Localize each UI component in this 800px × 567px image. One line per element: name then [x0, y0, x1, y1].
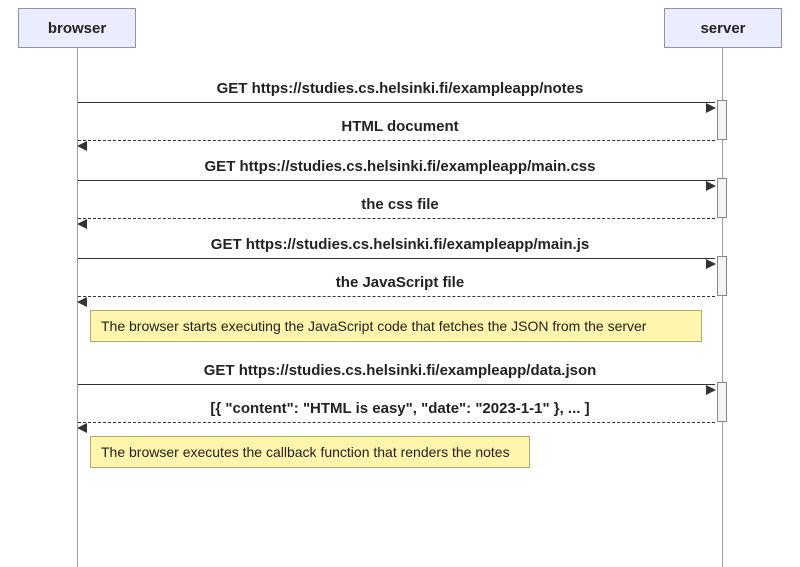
arrow-get-css	[78, 180, 715, 181]
actor-browser-label: browser	[48, 20, 106, 37]
activation-server-2	[717, 178, 727, 218]
activation-server-4	[717, 382, 727, 422]
note-callback: The browser executes the callback functi…	[90, 436, 530, 468]
arrow-get-notes	[78, 102, 715, 103]
arrow-css-file	[78, 218, 715, 219]
note-js-execution-text: The browser starts executing the JavaScr…	[101, 318, 646, 334]
arrowhead-icon	[706, 259, 716, 269]
note-callback-text: The browser executes the callback functi…	[101, 444, 510, 460]
message-js-file: the JavaScript file	[90, 274, 710, 291]
arrow-js-file	[78, 296, 715, 297]
arrow-json-payload	[78, 422, 715, 423]
message-get-json: GET https://studies.cs.helsinki.fi/examp…	[90, 362, 710, 379]
activation-server-1	[717, 100, 727, 140]
arrow-html-document	[78, 140, 715, 141]
arrowhead-icon	[77, 141, 87, 151]
arrowhead-icon	[77, 219, 87, 229]
arrow-get-js	[78, 258, 715, 259]
message-html-document: HTML document	[90, 118, 710, 135]
message-get-js: GET https://studies.cs.helsinki.fi/examp…	[90, 236, 710, 253]
message-json-payload: [{ "content": "HTML is easy", "date": "2…	[90, 400, 710, 417]
arrowhead-icon	[706, 181, 716, 191]
lifeline-browser	[77, 48, 78, 567]
arrowhead-icon	[77, 297, 87, 307]
message-get-css: GET https://studies.cs.helsinki.fi/examp…	[90, 158, 710, 175]
sequence-diagram: browser server GET https://studies.cs.he…	[0, 0, 800, 567]
activation-server-3	[717, 256, 727, 296]
message-get-notes: GET https://studies.cs.helsinki.fi/examp…	[90, 80, 710, 97]
arrowhead-icon	[706, 103, 716, 113]
actor-server: server	[664, 8, 782, 48]
actor-browser: browser	[18, 8, 136, 48]
note-js-execution: The browser starts executing the JavaScr…	[90, 310, 702, 342]
arrowhead-icon	[77, 423, 87, 433]
message-css-file: the css file	[90, 196, 710, 213]
arrowhead-icon	[706, 385, 716, 395]
arrow-get-json	[78, 384, 715, 385]
actor-server-label: server	[700, 20, 745, 37]
